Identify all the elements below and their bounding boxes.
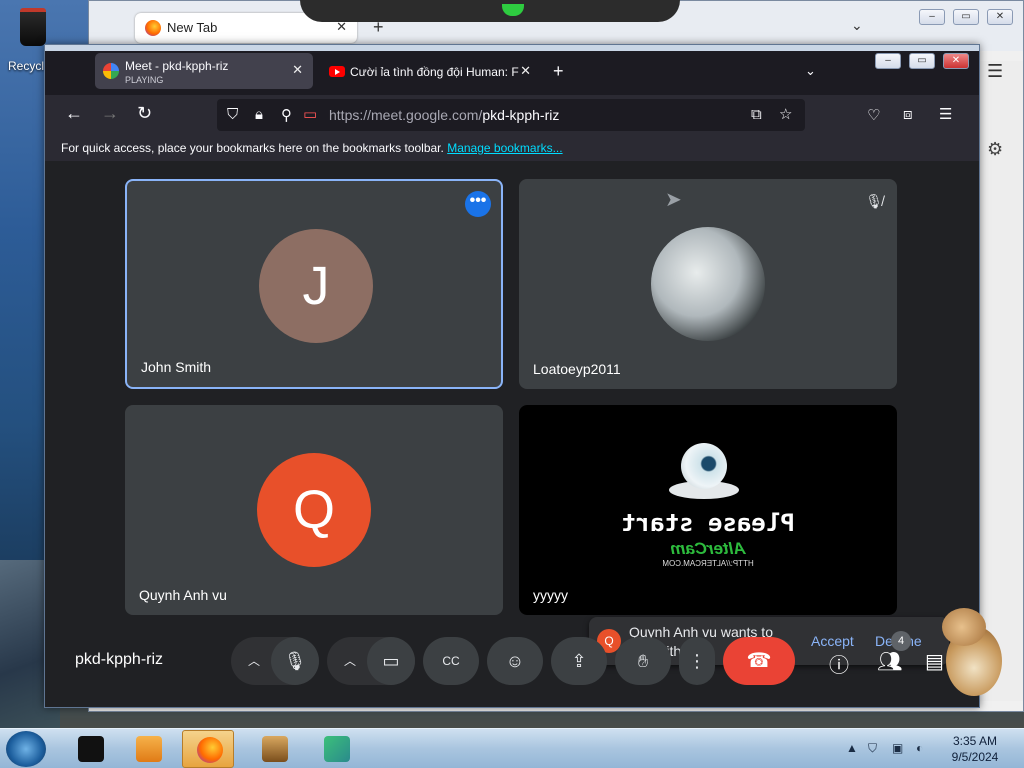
tab-title: Meet - pkd-kpph-riz bbox=[125, 59, 229, 73]
close-window-button[interactable]: ✕ bbox=[943, 53, 969, 69]
altercam-text: Please start bbox=[621, 509, 795, 537]
participant-tile[interactable]: Q Quynh Anh vu bbox=[125, 405, 503, 615]
avatar: J bbox=[259, 229, 373, 343]
minimize-button[interactable]: – bbox=[875, 53, 901, 69]
network-icon[interactable]: ▣ bbox=[892, 741, 903, 755]
tab-strip: Meet - pkd-kpph-riz PLAYING ✕ Cười ỉa tì… bbox=[45, 45, 979, 95]
youtube-icon bbox=[329, 66, 345, 77]
participant-tile[interactable]: J ••• John Smith bbox=[125, 179, 503, 389]
participant-tile[interactable]: Please start AlterCam HTTP://ALTERCAM.CO… bbox=[519, 405, 897, 615]
tab-youtube[interactable]: Cười ỉa tình đồng đội Human: F ✕ bbox=[325, 53, 535, 89]
raise-hand-button[interactable]: ✋︎ bbox=[615, 637, 671, 685]
forward-arrow-icon[interactable]: → bbox=[101, 103, 119, 124]
url-bar[interactable]: ⛉ 🔒︎ ⚲ ▭ https://meet.google.com/pkd-kpp… bbox=[217, 99, 805, 131]
main-browser-window[interactable]: Meet - pkd-kpph-riz PLAYING ✕ Cười ỉa tì… bbox=[44, 44, 980, 708]
hamburger-menu-icon[interactable]: ☰ bbox=[987, 61, 1003, 82]
taskbar-app-black[interactable] bbox=[64, 730, 116, 768]
accept-button[interactable]: Accept bbox=[811, 633, 854, 649]
permissions-icon[interactable]: ⚲ bbox=[281, 106, 292, 124]
participant-name: yyyyy bbox=[533, 587, 568, 603]
people-icon[interactable]: 👥︎ bbox=[877, 649, 902, 674]
pocket-icon[interactable]: ♡ bbox=[867, 106, 880, 124]
back-window-side: ☰ ⚙ bbox=[977, 61, 1023, 701]
camera-button[interactable]: ▭ bbox=[367, 637, 415, 685]
back-maximize-button[interactable]: ▭ bbox=[953, 9, 979, 25]
taskbar: ▲ ⛉ ▣ ◐ 3:35 AM 9/5/2024 bbox=[0, 728, 1024, 768]
taskbar-hamster-app[interactable] bbox=[248, 730, 300, 768]
participant-name: Loatoeyp2011 bbox=[533, 361, 621, 377]
back-close-button[interactable]: ✕ bbox=[987, 9, 1013, 25]
more-options-icon[interactable]: ••• bbox=[465, 191, 491, 217]
bookmark-star-icon[interactable]: ☆ bbox=[779, 105, 792, 123]
participant-name: Quynh Anh vu bbox=[139, 587, 227, 603]
close-icon[interactable]: ✕ bbox=[520, 63, 531, 79]
chevron-up-icon[interactable]: ︿ bbox=[239, 637, 269, 685]
nav-toolbar: ← → ↻ ⛉ 🔒︎ ⚲ ▭ https://meet.google.com/p… bbox=[45, 95, 979, 135]
meet-stage: J ••• John Smith ➤ 🎙︎̸ Loatoeyp2011 Q Qu… bbox=[45, 161, 979, 707]
meeting-code: pkd-kpph-riz bbox=[75, 651, 164, 668]
picture-in-picture-icon[interactable]: ⧉ bbox=[751, 106, 762, 123]
camera-sharing-icon[interactable]: ▭ bbox=[303, 105, 317, 123]
mouse-cursor-icon: ➤ bbox=[665, 189, 682, 211]
participant-name: John Smith bbox=[141, 359, 212, 375]
participant-tile[interactable]: ➤ 🎙︎̸ Loatoeyp2011 bbox=[519, 179, 897, 389]
more-options-button[interactable]: ⋮ bbox=[679, 637, 715, 685]
chevron-up-icon[interactable]: ︿ bbox=[335, 637, 365, 685]
close-icon[interactable]: ✕ bbox=[292, 62, 303, 78]
recycle-bin-label: Recycl bbox=[8, 59, 45, 73]
system-clock[interactable]: 3:35 AM 9/5/2024 bbox=[944, 733, 1006, 765]
back-list-tabs-icon[interactable]: ⌄ bbox=[851, 17, 863, 34]
hamster-desktop-pet[interactable] bbox=[938, 606, 1008, 706]
new-tab-button[interactable]: + bbox=[553, 61, 564, 82]
tab-title: Cười ỉa tình đồng đội Human: F bbox=[350, 65, 519, 79]
taskbar-firefox[interactable] bbox=[182, 730, 234, 768]
tab-meet[interactable]: Meet - pkd-kpph-riz PLAYING ✕ bbox=[95, 53, 313, 89]
people-count-badge: 4 bbox=[891, 631, 911, 651]
google-meet-favicon-icon bbox=[103, 63, 119, 79]
bookmarks-hint: For quick access, place your bookmarks h… bbox=[61, 141, 444, 155]
volume-icon[interactable]: ◐ bbox=[916, 741, 923, 755]
info-icon[interactable]: ⓘ bbox=[829, 649, 849, 678]
back-tab-title: New Tab bbox=[167, 20, 218, 35]
desktop-widget bbox=[300, 0, 680, 22]
list-all-tabs-icon[interactable]: ⌄ bbox=[805, 63, 816, 79]
clock-date: 9/5/2024 bbox=[951, 750, 999, 764]
gear-icon[interactable]: ⚙ bbox=[987, 139, 1003, 160]
app-menu-icon[interactable]: ☰ bbox=[939, 105, 952, 123]
shield-icon[interactable]: ⛉ bbox=[227, 106, 238, 123]
emoji-button[interactable]: ☺ bbox=[487, 637, 543, 685]
taskbar-puzzle-app[interactable] bbox=[310, 730, 362, 768]
taskbar-media-player[interactable] bbox=[122, 730, 174, 768]
bookmarks-toolbar: For quick access, place your bookmarks h… bbox=[45, 135, 979, 161]
tab-playing-status: PLAYING bbox=[125, 75, 164, 85]
altercam-video-feed: Please start AlterCam HTTP://ALTERCAM.CO… bbox=[519, 405, 897, 615]
extensions-icon[interactable]: ⧈ bbox=[903, 106, 913, 123]
back-arrow-icon[interactable]: ← bbox=[65, 103, 83, 124]
back-minimize-button[interactable]: – bbox=[919, 9, 945, 25]
avatar bbox=[651, 227, 765, 341]
mic-off-icon: 🎙︎̸ bbox=[865, 193, 883, 209]
firefox-icon bbox=[145, 20, 161, 36]
url-text: https://meet.google.com/pkd-kpph-riz bbox=[329, 107, 560, 123]
altercam-logo: AlterCam bbox=[670, 539, 746, 558]
altercam-url: HTTP://ALTERCAM.COM bbox=[662, 559, 754, 568]
clock-time: 3:35 AM bbox=[952, 734, 998, 748]
webcam-icon bbox=[669, 443, 739, 499]
microphone-button[interactable]: 🎙︎ bbox=[271, 637, 319, 685]
show-hidden-icons-icon[interactable]: ▲ bbox=[846, 741, 858, 755]
manage-bookmarks-link[interactable]: Manage bookmarks... bbox=[447, 141, 562, 155]
security-shield-icon[interactable]: ⛉ bbox=[868, 741, 877, 756]
end-call-button[interactable]: ☎︎ bbox=[723, 637, 795, 685]
maximize-button[interactable]: ▭ bbox=[909, 53, 935, 69]
reload-icon[interactable]: ↻ bbox=[137, 103, 152, 124]
start-button[interactable] bbox=[6, 731, 46, 767]
captions-button[interactable]: CC bbox=[423, 637, 479, 685]
avatar: Q bbox=[257, 453, 371, 567]
present-screen-button[interactable]: ⇪ bbox=[551, 637, 607, 685]
lock-icon[interactable]: 🔒︎ bbox=[255, 106, 263, 123]
